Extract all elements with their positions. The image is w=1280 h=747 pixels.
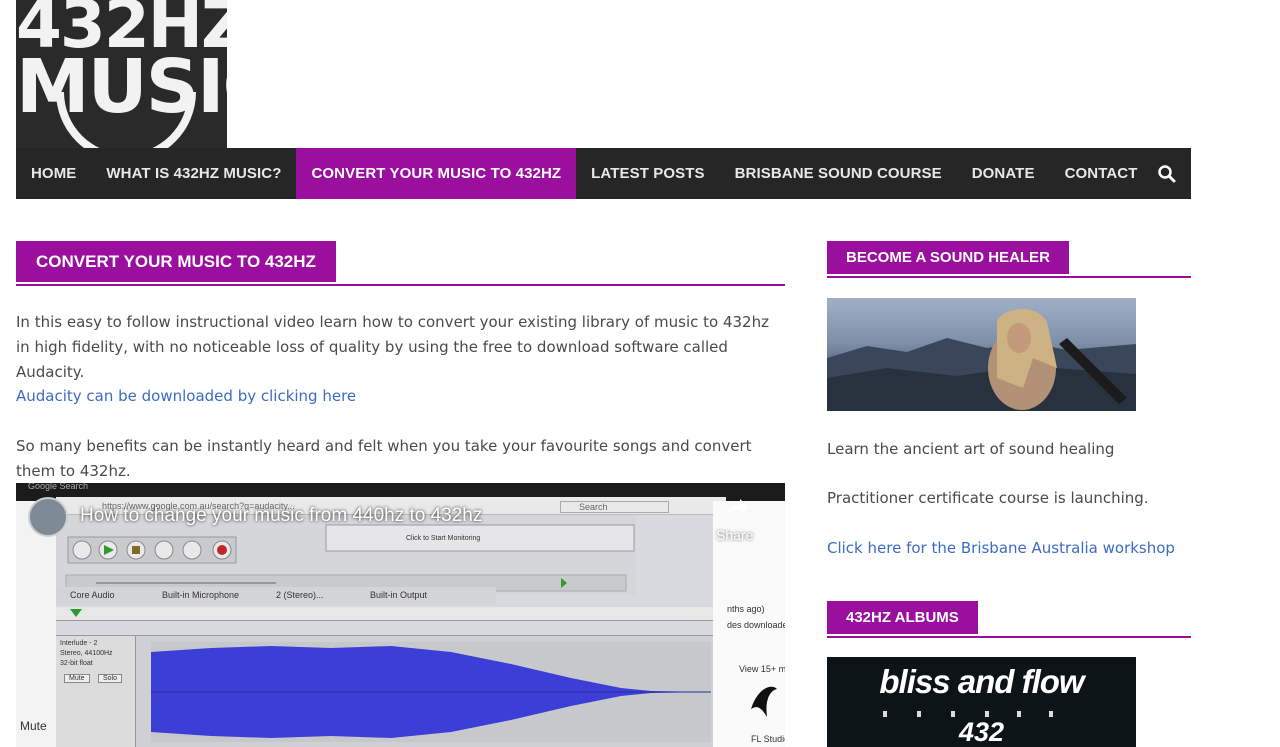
channels-select: 2 (Stereo)... [276, 590, 324, 600]
view-more-text: View 15+ more [739, 664, 785, 674]
timeline-ruler-ticks [70, 609, 82, 617]
nav-item-donate[interactable]: DONATE [957, 148, 1050, 199]
main-navigation: HOME WHAT IS 432HZ MUSIC? CONVERT YOUR M… [16, 148, 1191, 199]
albums-widget-header: 432HZ ALBUMS [827, 601, 1191, 638]
track-rate: Stereo, 44100Hz [60, 650, 113, 657]
site-logo[interactable]: 432HZ MUSIC [16, 0, 227, 148]
nav-item-what-is-432hz[interactable]: WHAT IS 432HZ MUSIC? [91, 148, 296, 199]
fl-studio-icon [747, 679, 779, 729]
video-left-text: Mute [20, 719, 47, 733]
sound-healing-text: Learn the ancient art of sound healing [827, 440, 1115, 458]
page-title-bar: CONVERT YOUR MUSIC TO 432HZ [16, 241, 785, 286]
mic-select: Built-in Microphone [162, 590, 240, 600]
audacity-download-link[interactable]: Audacity can be downloaded by clicking h… [16, 384, 786, 409]
intro-paragraph: In this easy to follow instructional vid… [16, 313, 769, 381]
sound-healer-photo [827, 309, 1136, 411]
logo-arc [56, 92, 196, 148]
video-downloaded-text: des downloaded [727, 620, 785, 630]
sound-healer-image[interactable] [827, 298, 1136, 411]
solo-button: Solo [98, 674, 123, 683]
benefits-paragraph: So many benefits can be instantly heard … [16, 437, 752, 480]
nav-item-convert[interactable]: CONVERT YOUR MUSIC TO 432HZ [296, 148, 577, 199]
share-icon[interactable] [726, 497, 750, 517]
audacity-device-bar: Core Audio Built-in Microphone 2 (Stereo… [56, 587, 496, 605]
video-ago-text: nths ago) [727, 604, 765, 614]
google-search-label: Google Search [28, 483, 89, 491]
video-browser-search: Search [560, 501, 669, 513]
sound-healer-widget-header: BECOME A SOUND HEALER [827, 241, 1191, 278]
channel-avatar[interactable] [28, 497, 68, 537]
nav-item-brisbane-course[interactable]: BRISBANE SOUND COURSE [720, 148, 957, 199]
albums-widget-title: 432HZ ALBUMS [827, 601, 978, 634]
share-label[interactable]: Share [716, 527, 753, 543]
page-title: CONVERT YOUR MUSIC TO 432HZ [16, 241, 336, 282]
youtube-video-embed[interactable]: Mute Google Search https://www.google.co… [16, 483, 785, 747]
brisbane-workshop-link[interactable]: Click here for the Brisbane Australia wo… [827, 536, 1187, 561]
start-monitoring-label: Click to Start Monitoring [406, 535, 481, 542]
track-name: Interlude - 2 [60, 640, 98, 647]
nav-item-latest-posts[interactable]: LATEST POSTS [576, 148, 719, 199]
audio-track: Interlude - 2 Stereo, 44100Hz 32-bit flo… [56, 635, 716, 747]
host-select: Core Audio [70, 590, 115, 600]
album-subtitle: 432 [958, 717, 1005, 747]
album-cover-bliss-and-flow[interactable]: bliss and flow 432 [827, 657, 1136, 747]
audacity-toolbar-controls [65, 524, 635, 592]
track-info-panel: Interlude - 2 Stereo, 44100Hz 32-bit flo… [56, 636, 136, 747]
output-select: Built-in Output [370, 590, 428, 600]
sound-healer-widget-title: BECOME A SOUND HEALER [827, 241, 1069, 274]
search-icon[interactable] [1157, 164, 1177, 184]
nav-item-contact[interactable]: CONTACT [1050, 148, 1153, 199]
fl-studio-label: FL Studio [751, 734, 785, 744]
waveform-area [151, 642, 711, 742]
audacity-toolbar: Click to Start Monitoring [56, 515, 636, 595]
nav-item-home[interactable]: HOME [16, 148, 91, 199]
waveform-graphic [151, 646, 711, 738]
album-title: bliss and flow [879, 663, 1084, 700]
timeline-ruler [56, 607, 716, 621]
mute-button: Mute [64, 674, 90, 683]
video-title[interactable]: How to change your music from 440hz to 4… [80, 505, 482, 527]
track-format: 32-bit float [60, 660, 93, 667]
course-launch-text: Practitioner certificate course is launc… [827, 489, 1149, 507]
